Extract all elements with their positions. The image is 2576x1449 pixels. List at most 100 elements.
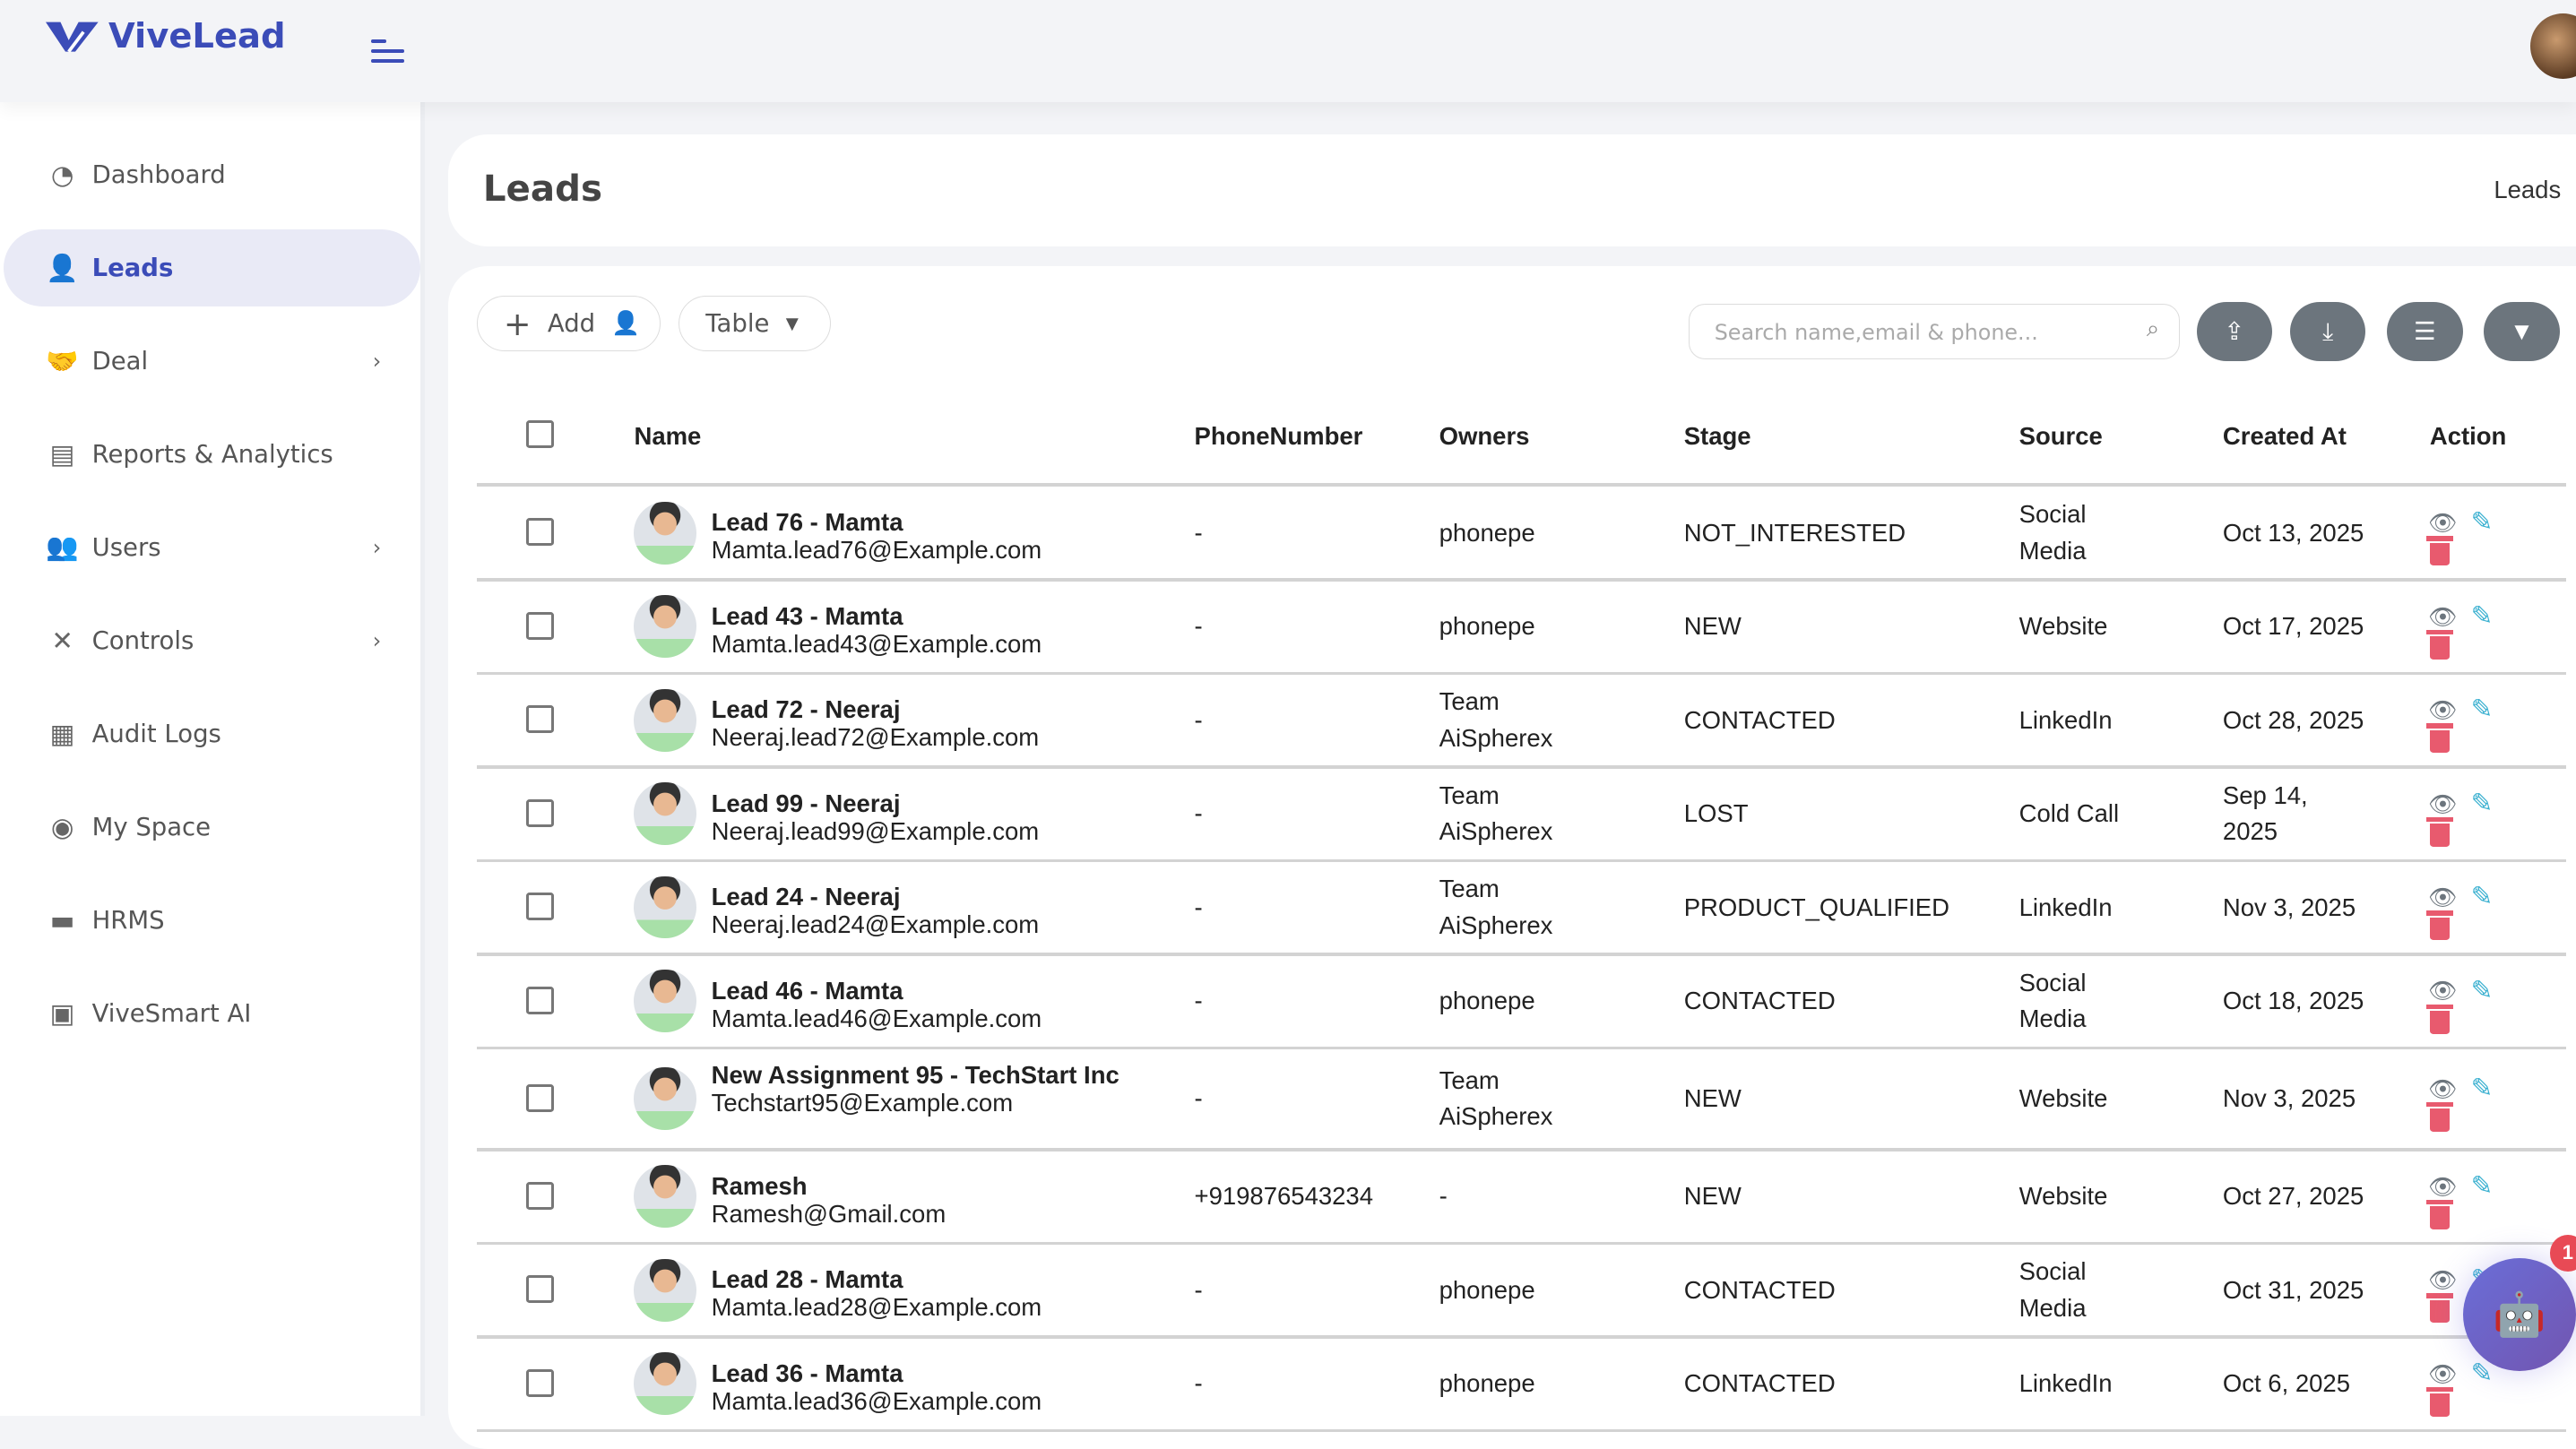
chatbot-button[interactable]: 🤖 [2463, 1258, 2576, 1371]
sidebar-item-leads[interactable]: 👤Leads [4, 229, 421, 306]
import-button[interactable]: ⇪ [2197, 302, 2272, 361]
lead-name-cell[interactable]: Lead 76 - MamtaMamta.lead76@Example.com [712, 508, 1122, 564]
sidebar-item-users[interactable]: 👥Users› [4, 509, 421, 586]
row-checkbox[interactable] [526, 987, 554, 1014]
edit-icon[interactable]: ✎ [2471, 1170, 2494, 1202]
column-header-stage[interactable]: Stage [1684, 422, 1751, 451]
owner-cell: - [1439, 1178, 1587, 1214]
sidebar-item-dashboard[interactable]: ◔Dashboard [4, 136, 421, 213]
sidebar-item-my-space[interactable]: ◉My Space [4, 789, 421, 866]
row-divider [477, 953, 2566, 956]
view-eye-icon[interactable]: 👁 [2428, 510, 2458, 537]
lead-name: Lead 28 - Mamta [712, 1265, 1122, 1293]
edit-icon[interactable]: ✎ [2471, 881, 2494, 912]
logo[interactable]: ViveLead [46, 16, 285, 56]
lead-name-cell[interactable]: RameshRamesh@Gmail.com [712, 1172, 1122, 1228]
view-eye-icon[interactable]: 👁 [2428, 978, 2458, 1005]
column-header-name[interactable]: Name [634, 422, 701, 451]
lead-name: Lead 24 - Neeraj [712, 883, 1122, 910]
lead-avatar [634, 1067, 696, 1130]
lead-name-cell[interactable]: Lead 36 - MamtaMamta.lead36@Example.com [712, 1359, 1122, 1415]
view-eye-icon[interactable]: 👁 [2428, 1361, 2458, 1388]
lead-name-cell[interactable]: New Assignment 95 - TechStart IncTechsta… [712, 1061, 1122, 1117]
row-checkbox[interactable] [526, 799, 554, 827]
search-input[interactable] [1711, 318, 2129, 347]
select-all-checkbox[interactable] [526, 420, 554, 448]
owner-cell: phonepe [1439, 608, 1587, 644]
sidebar-item-controls[interactable]: ✕Controls› [4, 602, 421, 679]
lead-name-cell[interactable]: Lead 28 - MamtaMamta.lead28@Example.com [712, 1265, 1122, 1321]
delete-trash-icon[interactable] [2430, 1011, 2450, 1034]
users-icon: 👥 [43, 531, 82, 563]
edit-icon[interactable]: ✎ [2471, 694, 2494, 725]
row-checkbox[interactable] [526, 705, 554, 733]
delete-trash-icon[interactable] [2430, 730, 2450, 754]
chevron-right-icon: › [373, 349, 382, 374]
view-eye-icon[interactable]: 👁 [2428, 1267, 2458, 1294]
view-eye-icon[interactable]: 👁 [2428, 884, 2458, 911]
row-actions: 👁 ✎ [2428, 1361, 2494, 1427]
row-checkbox[interactable] [526, 518, 554, 546]
delete-trash-icon[interactable] [2430, 1393, 2450, 1417]
breadcrumb[interactable]: Leads [2494, 176, 2561, 204]
columns-button[interactable]: ☰ [2387, 302, 2462, 361]
chevron-right-icon: › [373, 535, 382, 560]
column-header-created-at[interactable]: Created At [2223, 422, 2347, 451]
view-dropdown[interactable]: Table ▼ [679, 296, 831, 351]
view-eye-icon[interactable]: 👁 [2428, 1174, 2458, 1201]
row-divider [477, 1047, 2566, 1050]
user-icon: 👤 [611, 310, 640, 337]
delete-trash-icon[interactable] [2430, 1206, 2450, 1229]
stage-cell: CONTACTED [1684, 1272, 1836, 1308]
column-header-action[interactable]: Action [2430, 422, 2507, 451]
filter-button[interactable]: ▼ [2484, 302, 2559, 361]
lead-name-cell[interactable]: Lead 46 - MamtaMamta.lead46@Example.com [712, 977, 1122, 1032]
view-label: Table [705, 309, 769, 338]
sidebar-item-hrms[interactable]: ▬HRMS [4, 882, 421, 959]
column-header-phonenumber[interactable]: PhoneNumber [1195, 422, 1363, 451]
row-checkbox[interactable] [526, 1182, 554, 1210]
caret-down-icon: ▼ [786, 315, 799, 333]
lead-name-cell[interactable]: Lead 43 - MamtaMamta.lead43@Example.com [712, 602, 1122, 658]
delete-trash-icon[interactable] [2430, 1108, 2450, 1132]
row-checkbox[interactable] [526, 612, 554, 640]
add-label: Add [548, 309, 595, 338]
stage-cell: CONTACTED [1684, 983, 1836, 1019]
column-header-owners[interactable]: Owners [1439, 422, 1530, 451]
edit-icon[interactable]: ✎ [2471, 1073, 2494, 1104]
delete-trash-icon[interactable] [2430, 1300, 2450, 1324]
lead-name-cell[interactable]: Lead 99 - NeerajNeeraj.lead99@Example.co… [712, 789, 1122, 845]
view-eye-icon[interactable]: 👁 [2428, 604, 2458, 631]
edit-icon[interactable]: ✎ [2471, 788, 2494, 819]
lead-name-cell[interactable]: Lead 24 - NeerajNeeraj.lead24@Example.co… [712, 883, 1122, 938]
delete-trash-icon[interactable] [2430, 543, 2450, 566]
row-checkbox[interactable] [526, 1369, 554, 1397]
view-eye-icon[interactable]: 👁 [2428, 697, 2458, 724]
menu-toggle-icon[interactable] [371, 33, 404, 69]
view-eye-icon[interactable]: 👁 [2428, 1076, 2458, 1103]
sidebar-item-deal[interactable]: 🤝Deal› [4, 323, 421, 400]
delete-trash-icon[interactable] [2430, 824, 2450, 847]
delete-trash-icon[interactable] [2430, 918, 2450, 941]
sidebar-item-vivesmart-ai[interactable]: ▣ViveSmart AI [4, 974, 421, 1051]
row-actions: 👁 ✎ [2428, 791, 2494, 857]
lead-email: Mamta.lead46@Example.com [712, 1005, 1122, 1032]
row-checkbox[interactable] [526, 893, 554, 920]
edit-icon[interactable]: ✎ [2471, 600, 2494, 632]
download-button[interactable]: ⤓ [2290, 302, 2365, 361]
sidebar-item-audit-logs[interactable]: ▦Audit Logs [4, 695, 421, 772]
search-box[interactable]: ⌕ [1689, 304, 2180, 359]
row-checkbox[interactable] [526, 1275, 554, 1303]
sidebar-item-reports-analytics[interactable]: ▤Reports & Analytics [4, 416, 421, 493]
add-lead-button[interactable]: + Add 👤 [477, 296, 661, 351]
lead-name-cell[interactable]: Lead 72 - NeerajNeeraj.lead72@Example.co… [712, 695, 1122, 751]
edit-icon[interactable]: ✎ [2471, 506, 2494, 538]
phone-cell: +919876543234 [1195, 1178, 1373, 1214]
column-header-source[interactable]: Source [2019, 422, 2103, 451]
page-title: Leads [483, 168, 602, 210]
user-avatar[interactable] [2530, 13, 2576, 79]
row-checkbox[interactable] [526, 1084, 554, 1112]
edit-icon[interactable]: ✎ [2471, 975, 2494, 1006]
view-eye-icon[interactable]: 👁 [2428, 791, 2458, 818]
delete-trash-icon[interactable] [2430, 636, 2450, 660]
